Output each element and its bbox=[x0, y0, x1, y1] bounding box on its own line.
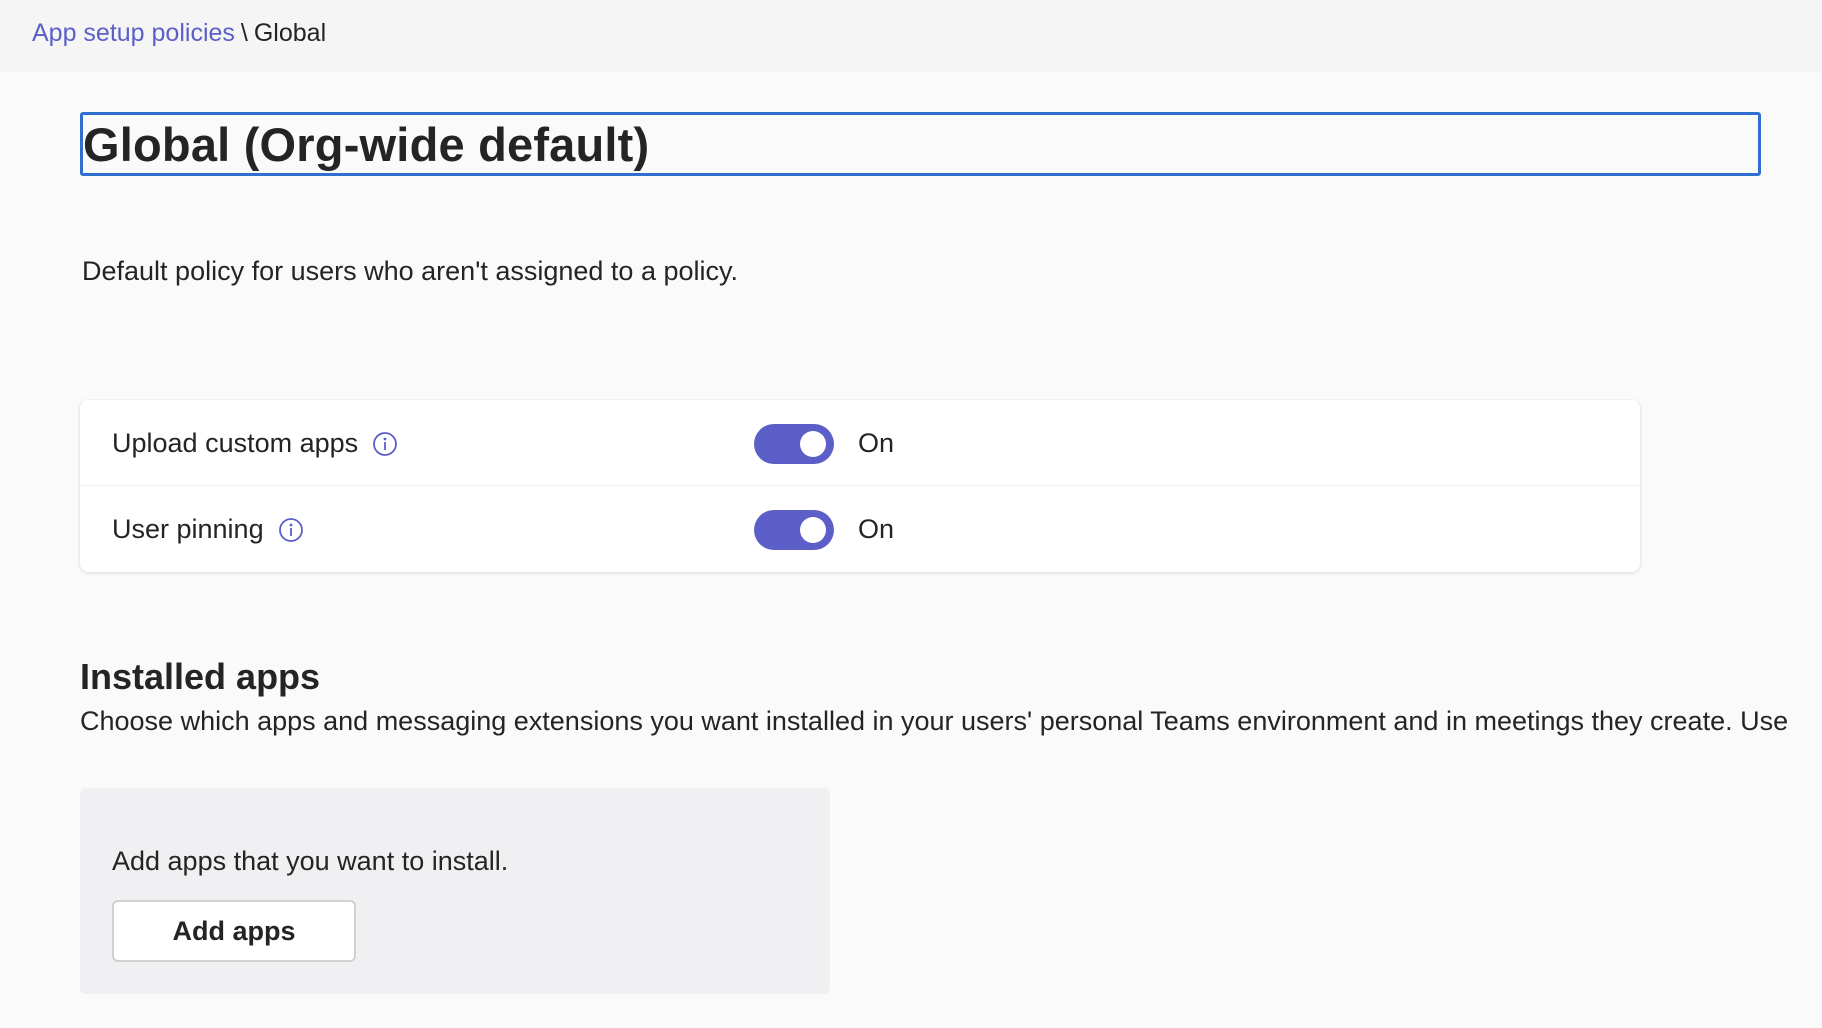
setting-label-user-pinning: User pinning bbox=[112, 514, 304, 545]
setting-label-upload-custom-apps: Upload custom apps bbox=[112, 428, 398, 459]
installed-apps-description: Choose which apps and messaging extensio… bbox=[80, 706, 1789, 736]
policy-name-field-box bbox=[80, 112, 1761, 176]
add-apps-button[interactable]: Add apps bbox=[112, 900, 356, 962]
setting-label-text: User pinning bbox=[112, 514, 264, 544]
info-icon[interactable] bbox=[372, 431, 398, 457]
upload-custom-apps-toggle[interactable] bbox=[754, 424, 834, 464]
settings-card: Upload custom apps On User pinning On bbox=[80, 400, 1640, 572]
breadcrumb: App setup policies \ Global bbox=[32, 19, 326, 48]
setting-row-upload-custom-apps: Upload custom apps On bbox=[80, 400, 1640, 486]
add-apps-panel: Add apps that you want to install. Add a… bbox=[80, 788, 830, 994]
installed-apps-heading: Installed apps bbox=[80, 656, 321, 697]
toggle-state-text: On bbox=[858, 514, 895, 544]
user-pinning-toggle[interactable] bbox=[754, 510, 834, 550]
breadcrumb-separator: \ bbox=[240, 19, 248, 47]
policy-description: Default policy for users who aren't assi… bbox=[82, 256, 738, 286]
setting-label-text: Upload custom apps bbox=[112, 428, 359, 458]
toggle-state-text: On bbox=[858, 428, 895, 458]
breadcrumb-link-app-setup-policies[interactable]: App setup policies bbox=[32, 19, 235, 47]
info-icon[interactable] bbox=[278, 517, 304, 543]
toggle-knob bbox=[800, 431, 826, 457]
policy-name-input[interactable] bbox=[83, 115, 1758, 173]
top-bar: App setup policies \ Global bbox=[0, 0, 1822, 72]
breadcrumb-current: Global bbox=[253, 19, 327, 47]
add-apps-panel-text: Add apps that you want to install. bbox=[112, 846, 509, 876]
toggle-knob bbox=[800, 517, 826, 543]
setting-row-user-pinning: User pinning On bbox=[80, 486, 1640, 572]
